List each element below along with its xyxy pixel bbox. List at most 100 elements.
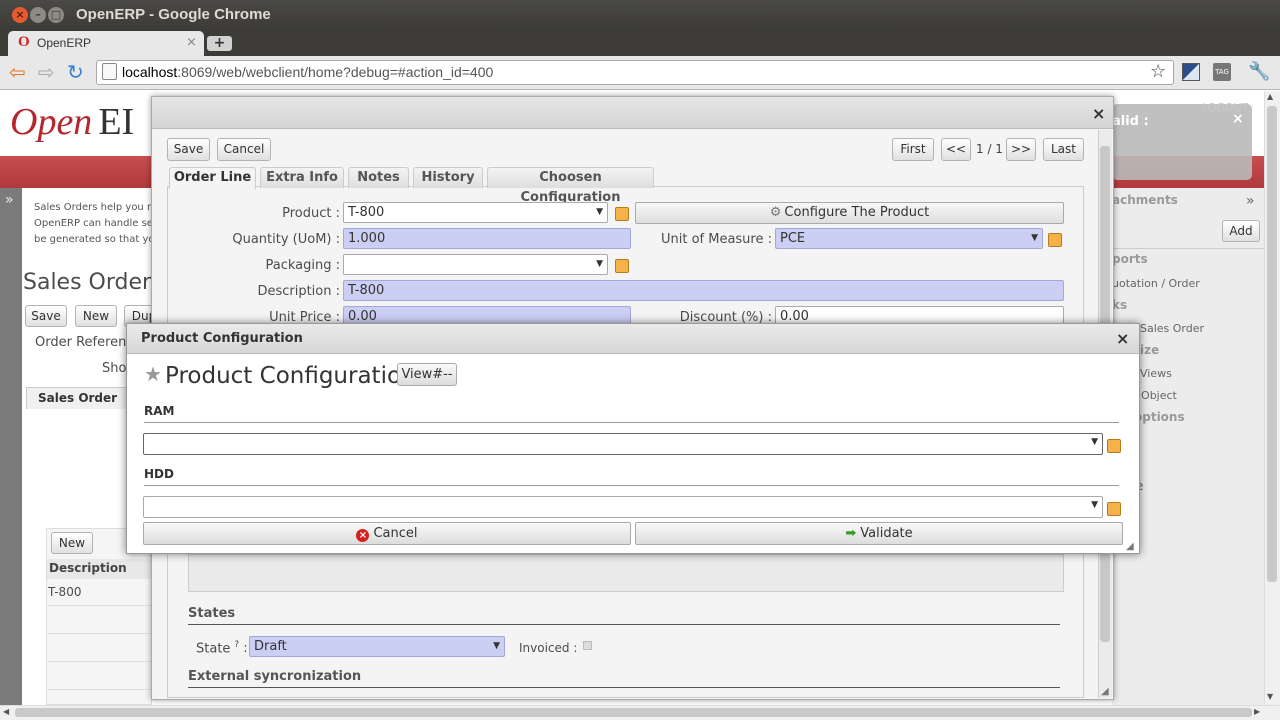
chevron-down-icon[interactable]: ▼ [596,255,603,274]
dialog-titlebar [152,97,1113,129]
page-title: Sales Orders [23,270,153,295]
page-info-icon[interactable] [102,63,117,80]
view-debug-button[interactable]: View#-- [397,363,457,386]
pager-next-button[interactable]: >> [1006,138,1036,161]
horizontal-scroll-thumb[interactable] [15,708,1252,717]
url-text: localhost:8069/web/webclient/home?debug=… [122,64,493,80]
shop-label: Sho [102,361,127,376]
chevron-down-icon[interactable]: ▼ [1031,229,1038,248]
product-select[interactable]: T-800 ▼ [343,202,608,223]
extension-icon[interactable] [1182,63,1200,81]
state-select[interactable]: Draft ▼ [249,636,505,657]
cancel-button[interactable]: × Cancel [143,522,631,545]
configure-product-label: Configure The Product [784,205,930,220]
tab-choosen-configuration[interactable]: Choosen Configuration [487,167,654,205]
chevron-down-icon[interactable]: ▼ [1091,500,1098,510]
search-hand-icon[interactable] [1107,439,1121,453]
save-button[interactable]: Save [25,305,67,327]
state-label: State [196,641,231,657]
new-button[interactable]: New [75,305,117,327]
scroll-right-icon[interactable]: ▶ [1254,707,1260,716]
section-divider [144,485,1119,486]
url-host: localhost [122,64,178,80]
chevron-down-icon[interactable]: ▼ [493,637,500,656]
search-hand-icon[interactable] [615,207,629,221]
tab-extra-info[interactable]: Extra Info [260,167,344,188]
close-window-icon[interactable]: × [12,7,28,23]
sales-order-link[interactable]: Sales Order [1140,322,1204,335]
tab-history[interactable]: History [413,167,483,188]
options-heading: options [1134,410,1185,424]
validate-arrow-icon: ➡ [845,526,857,541]
help-line: OpenERP can handle se [34,218,152,229]
url-rest: :8069/web/webclient/home?debug=#action_i… [177,64,494,80]
hdd-select[interactable]: ▼ [143,496,1103,518]
search-hand-icon[interactable] [615,259,629,273]
scroll-up-icon[interactable]: ▲ [1267,92,1273,101]
description-column-header: Description [47,559,152,579]
uom-value: PCE [780,231,806,246]
tab-label: OpenERP [37,36,92,50]
warning-text: alid : [1112,114,1149,129]
dialog-save-button[interactable]: Save [167,138,210,161]
new-line-button[interactable]: New [51,532,93,554]
logout-link[interactable]: LOGOUT [1202,101,1248,114]
report-link[interactable]: uotation / Order [1112,277,1200,290]
section-divider [144,422,1119,423]
external-sync-section-title: External syncronization [188,669,362,684]
gears-icon: ⚙ [769,205,782,220]
wrench-menu-icon[interactable]: 🔧 [1248,63,1270,81]
search-hand-icon[interactable] [1048,233,1062,247]
validate-label: Validate [860,526,913,541]
favorite-star-icon[interactable]: ★ [144,362,162,386]
tab-close-icon[interactable]: × [186,35,197,50]
pager-first-button[interactable]: First [892,138,934,161]
ram-select[interactable]: ▼ [143,433,1103,455]
pager-last-button[interactable]: Last [1043,138,1084,161]
dialog-close-icon[interactable]: × [1092,104,1105,123]
openerp-logo: Open EI [10,100,134,144]
reload-icon[interactable]: ↻ [67,61,84,83]
help-icon[interactable]: ? [234,640,239,650]
tab-order-line[interactable]: Order Line [169,167,256,189]
left-toggle-column[interactable]: » [0,188,22,705]
table-cell[interactable]: T-800 [48,585,81,599]
description-field[interactable]: T-800 [343,280,1064,301]
chevron-down-icon[interactable]: ▼ [596,203,603,222]
search-hand-icon[interactable] [1107,502,1121,516]
back-arrow-icon[interactable]: ⇦ [9,61,26,83]
views-link[interactable]: Views [1140,367,1172,380]
bookmark-star-icon[interactable]: ☆ [1150,61,1166,82]
validate-button[interactable]: ➡ Validate [635,522,1123,545]
dialog-close-icon[interactable]: × [1116,329,1129,348]
scroll-left-icon[interactable]: ◀ [3,707,9,716]
scroll-down-icon[interactable]: ▼ [1267,692,1273,701]
packaging-select[interactable]: ▼ [343,254,608,275]
cancel-label: Cancel [373,526,418,541]
section-divider [188,687,1060,688]
tag-extension-icon[interactable]: TAG [1213,63,1231,81]
invoiced-checkbox[interactable] [583,641,592,650]
dialog-cancel-button[interactable]: Cancel [217,138,271,161]
collapse-sidebar-icon[interactable]: » [1246,193,1255,209]
customize-heading: ize [1140,343,1160,357]
vertical-scroll-thumb[interactable] [1267,106,1277,582]
minimize-window-icon[interactable]: – [30,7,46,23]
configure-product-button[interactable]: ⚙ Configure The Product [635,202,1064,224]
pager-prev-button[interactable]: << [941,138,971,161]
add-attachment-button[interactable]: Add [1222,220,1260,242]
tab-notes[interactable]: Notes [348,167,409,188]
expand-icon[interactable]: » [5,192,14,208]
quantity-field[interactable]: 1.000 [343,228,631,249]
maximize-window-icon[interactable]: □ [48,7,64,23]
forward-arrow-icon[interactable]: ⇨ [38,61,55,83]
dialog-title: Product Configuration [141,331,303,346]
resize-handle-icon[interactable]: ◢ [1126,541,1134,552]
ram-label: RAM [144,404,175,418]
resize-handle-icon[interactable]: ◢ [1101,686,1109,697]
uom-select[interactable]: PCE ▼ [775,228,1043,249]
row-divider [47,633,152,634]
new-tab-icon[interactable]: + [207,36,232,51]
quantity-label: Quantity (UoM) : [232,232,340,247]
chevron-down-icon[interactable]: ▼ [1091,437,1098,447]
